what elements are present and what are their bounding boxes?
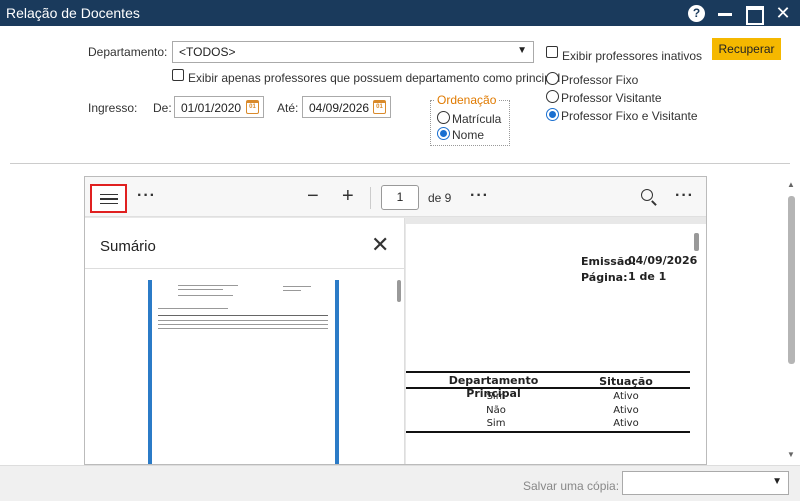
exibir-inativos-checkbox[interactable] bbox=[546, 46, 558, 58]
page-scrollbar[interactable] bbox=[694, 233, 699, 251]
recuperar-button[interactable]: Recuperar bbox=[712, 38, 781, 60]
departamento-value: <TODOS> bbox=[179, 45, 236, 59]
close-icon[interactable]: ✕ bbox=[774, 4, 792, 22]
ingresso-label: Ingresso: bbox=[88, 101, 138, 115]
pdf-viewer: ··· − + 1 de 9 ··· ··· Sumário ✕ Emissão… bbox=[84, 176, 707, 465]
pagina-label: Página: bbox=[581, 271, 628, 284]
page-total-label: de 9 bbox=[428, 191, 452, 205]
scroll-down-icon[interactable]: ▼ bbox=[787, 450, 795, 459]
table-cell: Sim bbox=[486, 418, 506, 429]
outer-scrollbar-thumb[interactable] bbox=[788, 196, 795, 364]
emissao-value: 04/09/2026 bbox=[628, 254, 698, 267]
ate-label: Até: bbox=[277, 101, 299, 115]
de-label: De: bbox=[153, 101, 172, 115]
departamento-label: Departamento: bbox=[88, 45, 168, 59]
chevron-down-icon: ▼ bbox=[772, 476, 782, 487]
ate-date-value: 04/09/2026 bbox=[309, 101, 370, 115]
toc-scrollbar[interactable] bbox=[397, 280, 401, 302]
more-options-icon[interactable]: ··· bbox=[137, 187, 156, 205]
toc-divider bbox=[85, 268, 405, 269]
table-cell: Ativo bbox=[613, 418, 639, 429]
page-number-input[interactable]: 1 bbox=[381, 185, 419, 210]
more-options-icon[interactable]: ··· bbox=[470, 187, 489, 205]
page-thumbnail[interactable] bbox=[148, 280, 339, 464]
calendar-icon[interactable]: 01 bbox=[373, 100, 386, 114]
pagina-value: 1 de 1 bbox=[628, 270, 667, 283]
title-bar: Relação de Docentes ? ✕ bbox=[0, 0, 800, 26]
table-top-border bbox=[406, 371, 690, 373]
departamento-select[interactable]: <TODOS> ▼ bbox=[172, 41, 534, 63]
table-cell: Não bbox=[486, 405, 506, 416]
more-options-icon[interactable]: ··· bbox=[675, 187, 694, 205]
footer-bar: Salvar uma cópia: ▼ bbox=[0, 465, 800, 501]
list-icon bbox=[100, 194, 118, 204]
toc-toggle-button[interactable] bbox=[90, 184, 127, 213]
scroll-up-icon[interactable]: ▲ bbox=[787, 180, 795, 189]
toc-panel: Sumário ✕ bbox=[85, 218, 405, 464]
table-cell: Sim bbox=[486, 391, 506, 402]
chevron-down-icon: ▼ bbox=[517, 45, 527, 56]
radio-professor-fixo-label: Professor Fixo bbox=[561, 73, 639, 87]
radio-professor-fixo[interactable] bbox=[546, 72, 559, 85]
close-icon[interactable]: ✕ bbox=[371, 234, 389, 256]
section-divider bbox=[10, 163, 790, 164]
only-principal-label: Exibir apenas professores que possuem de… bbox=[188, 71, 561, 85]
zoom-in-button[interactable]: + bbox=[342, 185, 354, 208]
radio-professor-fixo-visitante-label: Professor Fixo e Visitante bbox=[561, 109, 698, 123]
calendar-icon[interactable]: 01 bbox=[246, 100, 259, 114]
radio-matricula[interactable] bbox=[437, 111, 450, 124]
table-cell: Ativo bbox=[613, 391, 639, 402]
de-date-value: 01/01/2020 bbox=[181, 101, 242, 115]
only-principal-checkbox[interactable] bbox=[172, 69, 184, 81]
table-cell: Ativo bbox=[613, 405, 639, 416]
salvar-copia-label: Salvar uma cópia: bbox=[523, 479, 620, 493]
pdf-page: Emissão: 04/09/2026 Página: 1 de 1 Depar… bbox=[406, 218, 706, 464]
toc-title: Sumário bbox=[100, 238, 156, 255]
table-header-border bbox=[406, 387, 690, 389]
toolbar-separator bbox=[370, 187, 371, 209]
radio-nome[interactable] bbox=[437, 127, 450, 140]
table-bottom-border bbox=[406, 431, 690, 433]
radio-nome-label: Nome bbox=[452, 128, 485, 142]
radio-professor-visitante-label: Professor Visitante bbox=[561, 91, 662, 105]
salvar-copia-select[interactable]: ▼ bbox=[622, 471, 789, 495]
radio-matricula-label: Matrícula bbox=[452, 112, 502, 126]
maximize-icon[interactable] bbox=[745, 4, 764, 25]
zoom-out-button[interactable]: − bbox=[307, 185, 319, 208]
window-title: Relação de Docentes bbox=[6, 5, 140, 21]
ate-date-field[interactable]: 04/09/2026 01 bbox=[302, 96, 391, 118]
de-date-field[interactable]: 01/01/2020 01 bbox=[174, 96, 264, 118]
exibir-inativos-label: Exibir professores inativos bbox=[562, 49, 703, 63]
viewer-toolbar: ··· − + 1 de 9 ··· ··· bbox=[85, 177, 706, 217]
radio-professor-visitante[interactable] bbox=[546, 90, 559, 103]
help-icon[interactable]: ? bbox=[688, 5, 705, 22]
search-icon[interactable] bbox=[641, 189, 653, 201]
ordenacao-legend: Ordenação bbox=[435, 93, 499, 107]
minimize-icon[interactable] bbox=[716, 4, 734, 22]
radio-professor-fixo-visitante[interactable] bbox=[546, 108, 559, 121]
